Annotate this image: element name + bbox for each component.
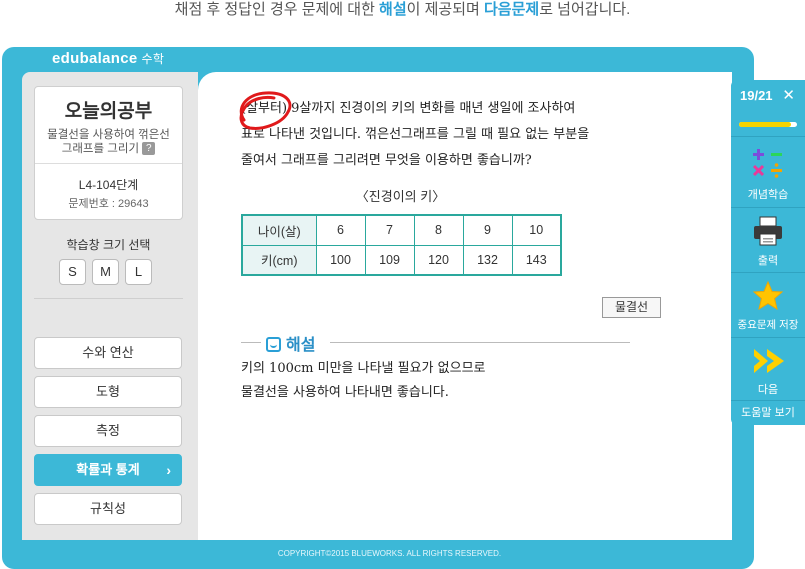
explanation-header: 해설 [266,331,315,355]
caption-text-2: 이 제공되며 [406,1,484,18]
table-cell: 143 [511,244,562,276]
explanation-divider-left [241,342,261,343]
category-measurement[interactable]: 측정 [34,415,182,447]
next-button[interactable]: 다음 [731,337,805,400]
table-cell: 132 [462,244,513,276]
star-icon [753,281,783,310]
category-probability-statistics[interactable]: 확률과 통계 › [34,454,182,486]
category-patterns[interactable]: 규칙성 [34,493,182,525]
table-cell: 109 [364,244,415,276]
table-cell: 6 [315,214,366,246]
explanation-line-2: 물결선을 사용하여 나타내면 좋습니다. [241,385,449,400]
help-icon[interactable]: ? [142,142,156,156]
table-header-age: 나이(살) [241,214,317,246]
today-study-card: 오늘의공부 물결선을 사용하여 꺾은선 그래프를 그리기 ? L4-104단계 … [34,86,183,220]
explanation-divider-right [330,342,630,343]
explanation-text: 키의 100cm 미만을 나타낼 필요가 없으므로 물결선을 사용하여 나타내면… [241,357,641,405]
table-cell: 8 [413,214,464,246]
explanation-line-1: 키의 100cm 미만을 나타낼 필요가 없으므로 [241,361,486,376]
card-divider [35,163,182,164]
question-line-3: 줄여서 그래프를 그리려면 무엇을 이용하면 좋습니까? [241,153,532,168]
question-counter-text: 19/21 [740,88,773,103]
today-description: 물결선을 사용하여 꺾은선 그래프를 그리기 ? [35,128,182,156]
table-header-height: 키(cm) [241,244,317,276]
math-operators-icon [752,149,782,178]
chevron-right-icon: › [166,462,171,478]
print-button[interactable]: 출력 [731,207,805,272]
brand-sub: 수학 [141,52,165,66]
today-desc-line2-text: 그래프를 그리기 [61,143,140,155]
printer-icon [754,216,782,246]
question-line-1: (살부터) 9살까지 진경이의 키의 변화를 매년 생일에 조사하여 [241,101,576,116]
double-arrow-right-icon [754,349,784,373]
print-label: 출력 [757,255,779,267]
table-cell: 120 [413,244,464,276]
concept-study-button[interactable]: 개념학습 [731,136,805,207]
question-line-2: 표로 나타낸 것입니다. 꺾은선그래프를 그릴 때 필요 없는 부분을 [241,127,590,142]
caption-highlight-next: 다음문제 [484,1,540,18]
copyright-footer: COPYRIGHT©2015 BLUEWORKS. ALL RIGHTS RES… [277,549,502,558]
next-label: 다음 [757,384,779,396]
caption-text-3: 로 넘어갑니다. [539,1,631,18]
caption-highlight-explanation: 해설 [379,1,407,18]
table-cell: 100 [315,244,366,276]
concept-study-label: 개념학습 [747,189,789,201]
top-caption: 채점 후 정답인 경우 문제에 대한 해설이 제공되며 다음문제로 넘어갑니다. [0,0,805,28]
progress-bar [731,112,805,136]
brand-logo: edubalance 수학 [52,50,164,67]
table-cell: 9 [462,214,513,246]
table-caption: 〈진경이의 키〉 [355,189,446,204]
category-active-label: 확률과 통계 [76,462,140,477]
question-counter: 19/21 ✕ [731,80,805,112]
explanation-icon [266,337,281,352]
lesson-code: L4-104단계 [78,178,139,192]
save-important-button[interactable]: 중요문제 저장 [731,272,805,337]
help-button[interactable]: 도움말 보기 [731,400,805,425]
today-desc-line1: 물결선을 사용하여 꺾은선 [47,129,170,141]
category-geometry[interactable]: 도형 [34,376,182,408]
close-icon[interactable]: ✕ [782,80,795,112]
height-table: 나이(살) 6 7 8 9 10 키(cm) 100 109 120 132 1… [241,214,562,276]
table-cell: 7 [364,214,415,246]
size-m-button[interactable]: M [92,259,119,285]
size-l-button[interactable]: L [125,259,152,285]
brand-name: edubalance [52,50,138,67]
size-select-label: 학습창 크기 선택 [66,238,151,252]
today-title: 오늘의공부 [64,101,153,122]
caption-text-1: 채점 후 정답인 경우 문제에 대한 [174,1,380,18]
lesson-number: 문제번호 : 29643 [68,198,149,210]
save-important-label: 중요문제 저장 [737,319,799,331]
progress-fill [739,122,792,127]
today-desc-line2: 그래프를 그리기 ? [35,142,182,156]
table-cell: 10 [511,214,562,246]
category-number-operations[interactable]: 수와 연산 [34,337,182,369]
explanation-title: 해설 [286,337,316,354]
progress-track [739,122,797,127]
question-text: (살부터) 9살까지 진경이의 키의 변화를 매년 생일에 조사하여 표로 나타… [241,96,651,174]
sidebar-divider [34,298,183,299]
table-row: 나이(살) 6 7 8 9 10 [241,214,562,246]
size-s-button[interactable]: S [59,259,86,285]
answer-wavy-line-button[interactable]: 물결선 [602,297,661,318]
table-row: 키(cm) 100 109 120 132 143 [241,244,562,276]
